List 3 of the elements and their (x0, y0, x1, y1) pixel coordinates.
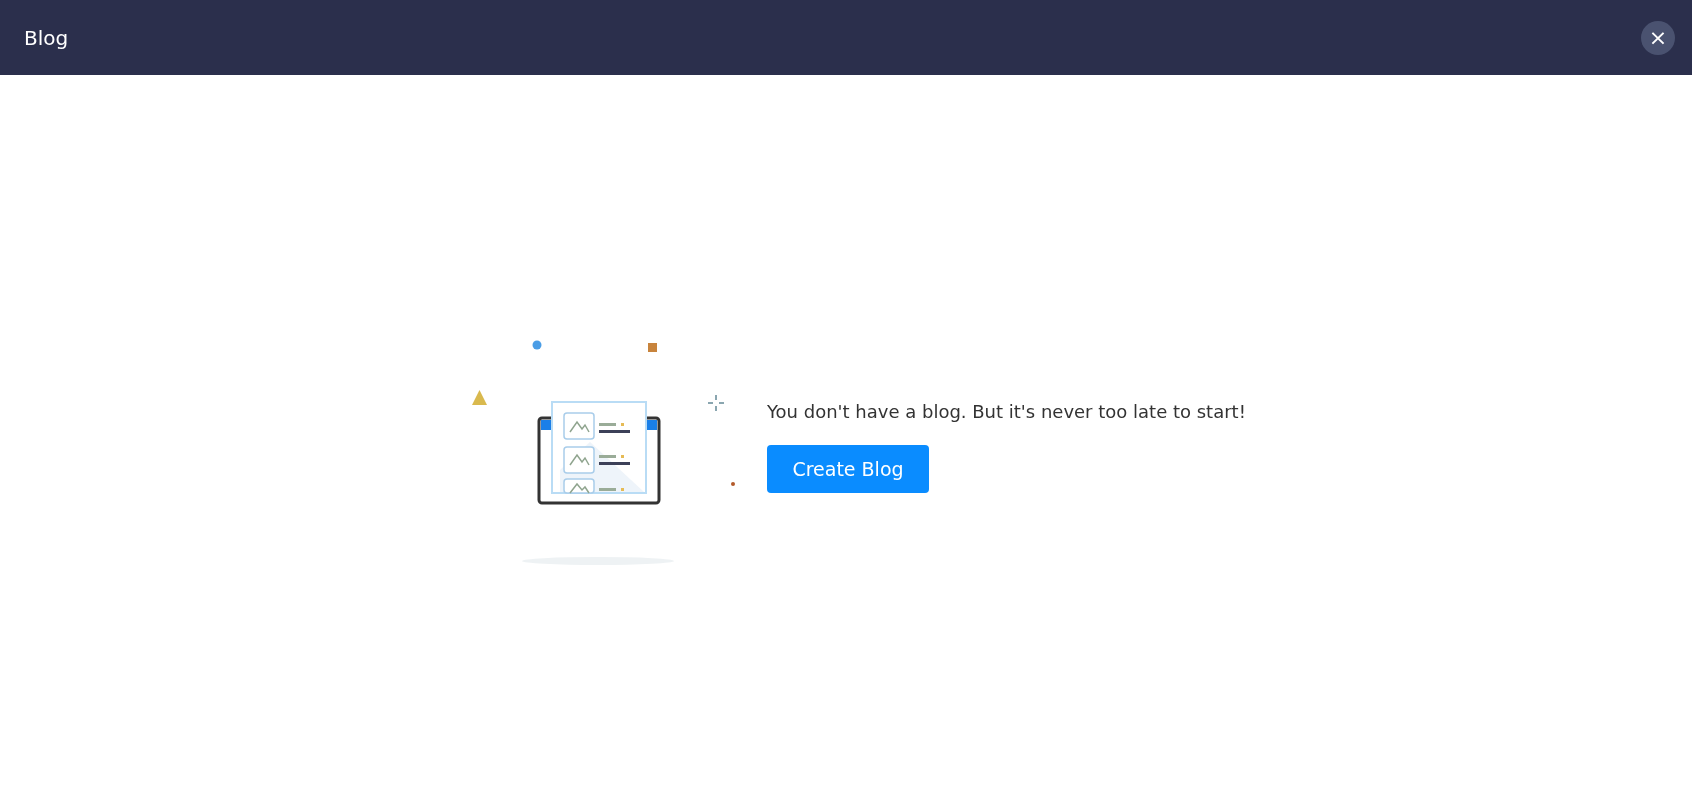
header-title: Blog (24, 24, 69, 52)
empty-state-message: You don't have a blog. But it's never too late to start! (767, 400, 1246, 424)
close-button[interactable]: × (1641, 20, 1675, 55)
